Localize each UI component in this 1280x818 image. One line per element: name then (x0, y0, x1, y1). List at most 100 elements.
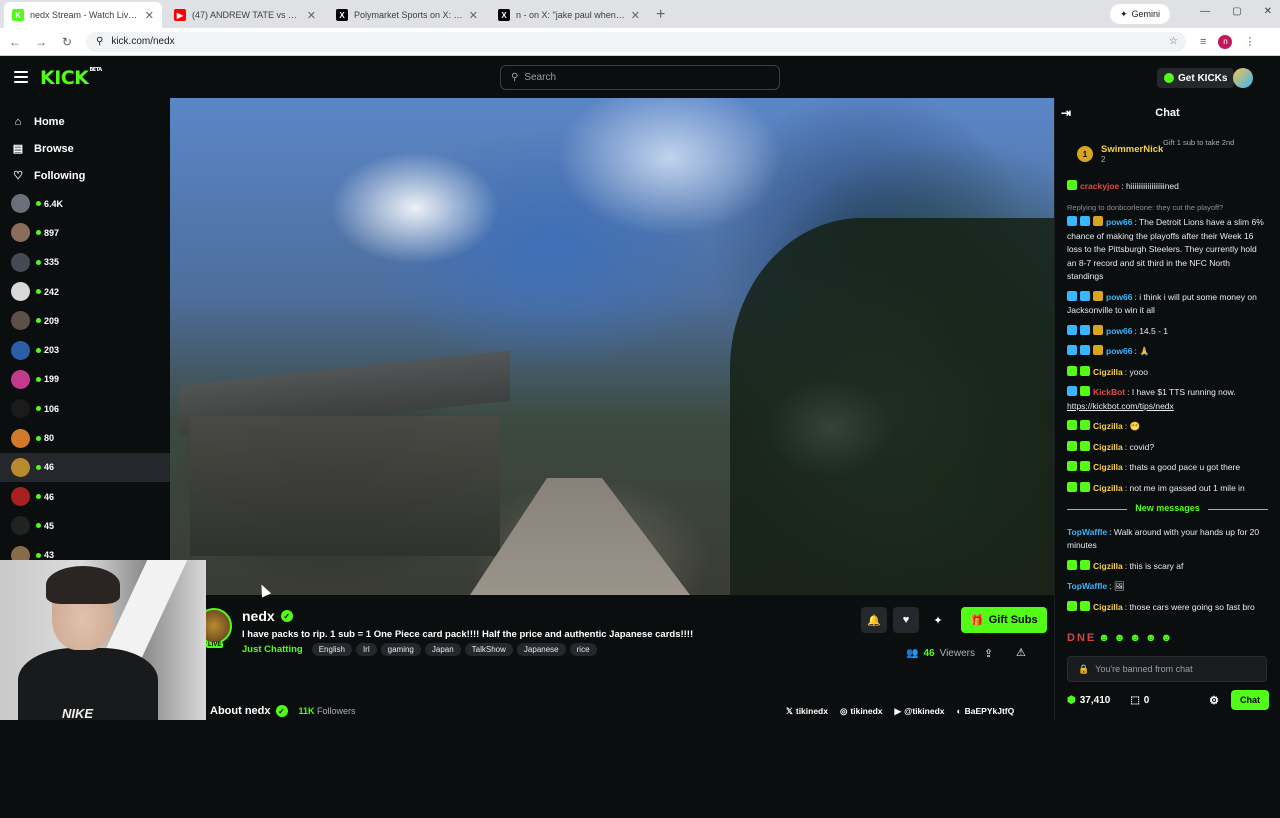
followed-channel[interactable]: xQc League of Legends 6.4K (0, 189, 1054, 818)
bookmark-star-icon[interactable]: ☆ (1169, 36, 1178, 47)
notification-bell-icon[interactable]: 🔔 (861, 607, 887, 633)
chat-username[interactable]: TopWaffle (1067, 581, 1107, 591)
chat-link[interactable]: https://kickbot.com/tips/nedx (1067, 401, 1174, 411)
followed-channel[interactable]: RegimentGG Battlefield REDSEC 46 (0, 482, 1054, 818)
followed-channel[interactable]: kangjoel IRL 242 (0, 277, 1054, 818)
social-links: 𝕏tikinedx ◎ tikinedx ▶ @tikinedx ◐ BaEPYkJtfQ (786, 706, 1014, 717)
kicks-balance[interactable]: ⬢ 37,410 (1067, 695, 1110, 706)
gift-to-rank-text: Gift 1 sub to take 2nd (1163, 138, 1235, 147)
followed-channel[interactable]: BurgerPlanet Video Production 80 (0, 423, 1054, 818)
channel-avatar (11, 252, 30, 272)
close-tab-icon[interactable]: ✕ (631, 9, 640, 22)
chat-badge-icon (1080, 216, 1090, 226)
sparkle-icon[interactable]: ✦ (925, 607, 951, 633)
search-input[interactable]: ⚲ Search (500, 65, 780, 90)
chat-username[interactable]: Cigzilla (1093, 442, 1123, 452)
close-tab-icon[interactable]: ✕ (469, 9, 478, 22)
chat-panel: ⇥ Chat 1 SwimmerNick 2 Gift 1 sub to tak… (1054, 98, 1280, 720)
chat-message: Cigzilla: 😬 (1067, 420, 1268, 434)
stream-tag[interactable]: Irl (355, 643, 377, 656)
collapse-chat-icon[interactable]: ⇥ (1061, 106, 1071, 120)
chat-username[interactable]: pow66 (1106, 326, 1132, 336)
browser-tab[interactable]: Knedx Stream - Watch Live on Kick ✕ (4, 2, 162, 28)
stream-tag[interactable]: gaming (380, 643, 421, 656)
social-link[interactable]: 𝕏tikinedx (786, 706, 828, 717)
minimize-icon[interactable]: — (1200, 6, 1210, 17)
profile-avatar[interactable]: n (1218, 34, 1233, 49)
follow-heart-icon[interactable]: ♥ (893, 607, 919, 633)
social-link[interactable]: ◐ BaEPYkJtfQ (957, 706, 1015, 717)
window-controls: — ▢ ✕ (1200, 6, 1272, 17)
chat-input-banned: 🔒 You're banned from chat (1067, 656, 1267, 682)
share-icon[interactable]: ⇪ (984, 647, 993, 660)
new-messages-divider[interactable]: New messages (1067, 502, 1268, 516)
hamburger-menu-icon[interactable] (14, 71, 28, 83)
user-avatar[interactable] (1233, 68, 1253, 88)
emote-bar[interactable]: DNE ☻☻☻☻☻ (1067, 632, 1176, 644)
chat-username[interactable]: TopWaffle (1067, 527, 1107, 537)
menu-dots-icon[interactable]: ⋮ (1244, 35, 1255, 48)
chat-username[interactable]: Cigzilla (1093, 561, 1123, 571)
stream-tag[interactable]: Japanese (516, 643, 566, 656)
url-field[interactable]: ⚲ kick.com/nedx ☆ (86, 31, 1186, 52)
chat-username[interactable]: Cigzilla (1093, 367, 1123, 377)
chat-badge-icon (1080, 559, 1090, 570)
stream-tag[interactable]: TalkShow (464, 643, 513, 656)
top-gifter-name[interactable]: SwimmerNick (1101, 144, 1163, 155)
send-chat-button[interactable]: Chat (1231, 690, 1269, 710)
media-control-icon[interactable]: ≡ (1200, 36, 1206, 48)
close-tab-icon[interactable]: ✕ (307, 9, 316, 22)
followed-channel[interactable]: DBR666 IRL 897 (0, 218, 1054, 818)
followed-channel[interactable]: NerdBallerTV IRL 203 (0, 335, 1054, 818)
social-link[interactable]: ▶ @tikinedx (895, 706, 945, 717)
category-link[interactable]: Just Chatting (242, 644, 303, 655)
stream-tag[interactable]: rice (569, 643, 597, 656)
sidebar-item-home[interactable]: ⌂ Home (0, 108, 170, 135)
stream-tag[interactable]: Japan (424, 643, 461, 656)
streamer-name[interactable]: nedx ✓ (242, 608, 293, 624)
video-scene-building (190, 416, 500, 556)
get-kicks-button[interactable]: Get KICKs (1157, 68, 1235, 88)
reload-icon[interactable]: ↻ (56, 35, 78, 49)
gemini-button[interactable]: ✦ Gemini (1109, 4, 1170, 24)
followed-channel[interactable]: nedx Just Chatting 46 (0, 452, 1054, 818)
browser-tab[interactable]: ▶ (47) ANDREW TATE vs CHASE DEMOOR ✕ (166, 2, 324, 28)
chat-settings-icon[interactable]: ⚙ (1209, 694, 1219, 707)
forward-icon[interactable]: → (30, 35, 52, 49)
followed-channel[interactable]: bongbong_irl IRL 209 (0, 306, 1054, 818)
followed-channel[interactable]: peteyplastic Just Chatting 199 (0, 365, 1054, 818)
channel-avatar (11, 428, 30, 448)
gift-subs-button[interactable]: 🎁 Gift Subs (961, 607, 1047, 633)
chat-username[interactable]: Cigzilla (1093, 421, 1123, 431)
maximize-icon[interactable]: ▢ (1232, 6, 1241, 17)
chat-username[interactable]: Cigzilla (1093, 462, 1123, 472)
chat-username[interactable]: crackyjoe (1080, 181, 1119, 191)
sidebar-item-following[interactable]: ♡ Following (0, 162, 170, 189)
channel-points[interactable]: ⬚ 0 (1130, 695, 1149, 706)
chat-message: Cigzilla: covid? (1067, 440, 1268, 455)
chat-username[interactable]: pow66 (1106, 217, 1132, 227)
social-link[interactable]: ◎ tikinedx (840, 706, 883, 717)
video-player[interactable] (170, 98, 1054, 595)
chat-username[interactable]: pow66 (1106, 346, 1132, 356)
chat-username[interactable]: Cigzilla (1093, 483, 1123, 493)
followed-channel[interactable]: boomyitv IRL 106 (0, 394, 1054, 818)
browser-tab[interactable]: Xn - on X: "jake paul when he hears ✕ (490, 2, 648, 28)
chat-username[interactable]: KickBot (1093, 387, 1125, 397)
close-tab-icon[interactable]: ✕ (145, 9, 154, 22)
chat-username[interactable]: pow66 (1106, 292, 1132, 302)
site-info-icon[interactable]: ⚲ (96, 36, 103, 47)
followed-channel[interactable]: feef Just Chatting 45 (0, 511, 1054, 818)
back-icon[interactable]: ← (4, 35, 26, 49)
sidebar-item-browse[interactable]: ▤ Browse (0, 135, 170, 162)
stream-tag[interactable]: English (311, 643, 352, 656)
chat-username[interactable]: Cigzilla (1093, 602, 1123, 612)
followed-channel[interactable]: Murda Just Chatting 335 (0, 248, 1054, 818)
kick-logo[interactable]: KICKBETA (40, 67, 102, 89)
browser-tab[interactable]: X Polymarket Sports on X: "Jake Paul ✕ (328, 2, 486, 28)
channel-viewers: 897 (36, 228, 59, 238)
report-icon[interactable]: ⚠ (1016, 646, 1026, 659)
new-tab-icon[interactable]: + (656, 2, 665, 28)
address-bar-row: ← → ↻ ⚲ kick.com/nedx ☆ ≡ n ⋮ (0, 28, 1280, 56)
close-window-icon[interactable]: ✕ (1264, 6, 1272, 17)
